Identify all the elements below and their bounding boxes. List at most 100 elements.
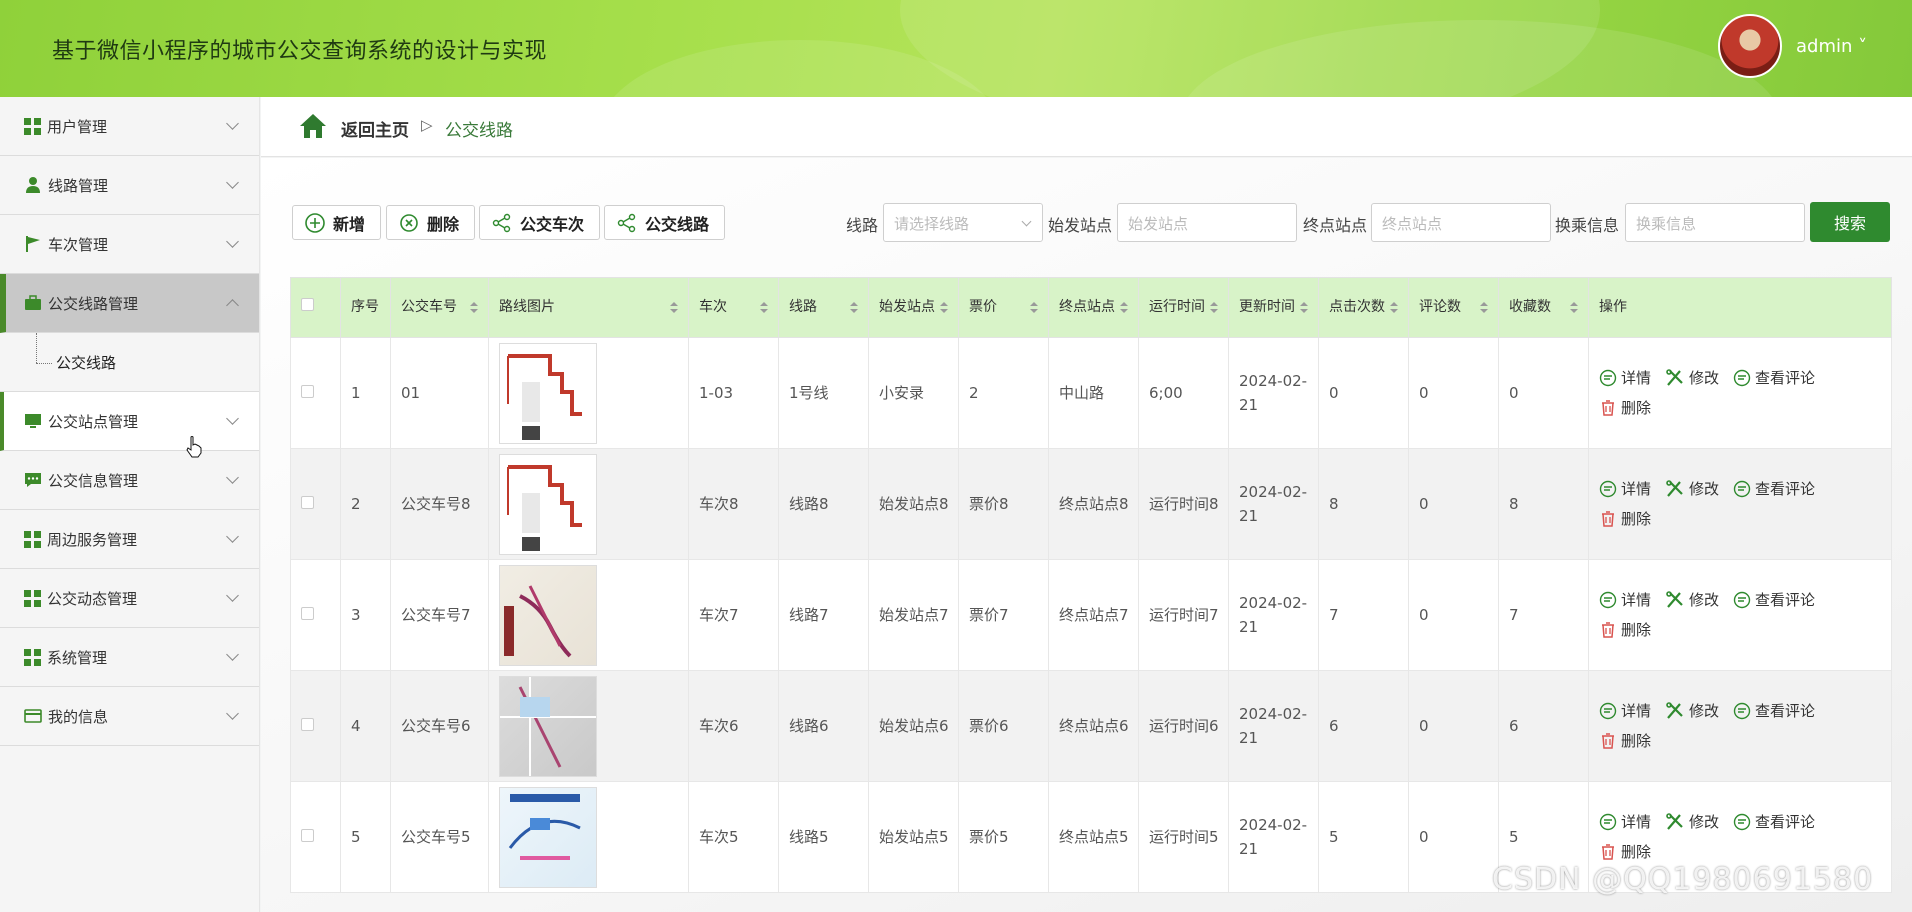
- column-header-price[interactable]: 票价: [958, 277, 1049, 338]
- column-header: 序号: [340, 277, 391, 338]
- transfer-info-input[interactable]: 换乘信息: [1625, 203, 1805, 242]
- user-menu[interactable]: admin ˅: [1796, 36, 1867, 57]
- sidebar-subitem-bus-lines[interactable]: 公交线路: [0, 333, 259, 392]
- home-icon[interactable]: [299, 113, 327, 139]
- sidebar-item-system-management[interactable]: 系统管理: [0, 628, 259, 687]
- sort-icon[interactable]: [1480, 302, 1488, 314]
- detail-button[interactable]: 详情: [1599, 696, 1651, 726]
- sort-icon[interactable]: [1390, 302, 1398, 314]
- view-comments-button[interactable]: 查看评论: [1733, 474, 1815, 504]
- detail-button[interactable]: 详情: [1599, 585, 1651, 615]
- row-select-cell[interactable]: [290, 337, 341, 449]
- chat-icon: [25, 473, 41, 487]
- sort-icon[interactable]: [940, 302, 948, 314]
- add-button[interactable]: 新增: [292, 205, 381, 240]
- column-header-comments[interactable]: 评论数: [1408, 277, 1499, 338]
- table-header-row: 序号 公交车号 路线图片 车次 线路 始发站点 票价 终点站点 运行时间 更新时…: [290, 277, 1892, 338]
- select-all-cell[interactable]: [290, 277, 341, 338]
- delete-row-button[interactable]: 删除: [1599, 504, 1651, 534]
- column-header-line[interactable]: 线路: [778, 277, 869, 338]
- sort-icon[interactable]: [850, 302, 858, 314]
- detail-button[interactable]: 详情: [1599, 363, 1651, 393]
- route-map-image[interactable]: [499, 453, 597, 555]
- sidebar-item-my-info[interactable]: 我的信息: [0, 687, 259, 746]
- sidebar-item-trip-management[interactable]: 车次管理: [0, 215, 259, 274]
- cell-updated: 2024-02-21: [1228, 337, 1319, 449]
- view-comments-button[interactable]: 查看评论: [1733, 696, 1815, 726]
- route-map-image[interactable]: [499, 675, 597, 777]
- home-link[interactable]: 返回主页: [341, 116, 409, 141]
- bus-lines-button[interactable]: 公交线路: [604, 205, 725, 240]
- row-select-cell[interactable]: [290, 670, 341, 782]
- row-checkbox[interactable]: [301, 496, 314, 509]
- user-avatar[interactable]: [1718, 14, 1782, 78]
- detail-button[interactable]: 详情: [1599, 474, 1651, 504]
- app-title: 基于微信小程序的城市公交查询系统的设计与实现: [52, 39, 548, 64]
- edit-button[interactable]: 修改: [1665, 474, 1719, 504]
- sort-icon[interactable]: [670, 302, 678, 314]
- sidebar-item-bus-line-management[interactable]: 公交线路管理: [0, 274, 259, 333]
- sort-icon[interactable]: [1300, 302, 1308, 314]
- column-header-bus-number[interactable]: 公交车号: [390, 277, 489, 338]
- cell-comments: 0: [1408, 559, 1499, 671]
- sidebar-item-bus-stop-management[interactable]: 公交站点管理: [0, 392, 259, 451]
- column-header-label: 路线图片: [499, 299, 555, 315]
- row-checkbox[interactable]: [301, 718, 314, 731]
- cell-start: 始发站点8: [868, 448, 959, 560]
- column-header-clicks[interactable]: 点击次数: [1318, 277, 1409, 338]
- edit-button[interactable]: 修改: [1665, 696, 1719, 726]
- edit-button[interactable]: 修改: [1665, 363, 1719, 393]
- cell-end: 终点站点6: [1048, 670, 1139, 782]
- view-comments-button[interactable]: 查看评论: [1733, 807, 1815, 837]
- sidebar-item-bus-news-management[interactable]: 公交动态管理: [0, 569, 259, 628]
- sidebar-item-label: 线路管理: [48, 176, 109, 195]
- edit-button[interactable]: 修改: [1665, 585, 1719, 615]
- row-checkbox[interactable]: [301, 385, 314, 398]
- select-all-checkbox[interactable]: [301, 298, 314, 311]
- delete-row-button[interactable]: 删除: [1599, 726, 1651, 756]
- row-select-cell[interactable]: [290, 559, 341, 671]
- column-header-updated[interactable]: 更新时间: [1228, 277, 1319, 338]
- share-icon: [617, 213, 636, 232]
- sidebar-item-bus-info-management[interactable]: 公交信息管理: [0, 451, 259, 510]
- column-header-start-stop[interactable]: 始发站点: [868, 277, 959, 338]
- line-select[interactable]: 请选择线路: [883, 203, 1043, 242]
- sidebar-item-nearby-service-management[interactable]: 周边服务管理: [0, 510, 259, 569]
- sort-icon[interactable]: [1210, 302, 1218, 314]
- comments-icon: [1733, 702, 1751, 720]
- flag-icon: [26, 236, 40, 252]
- column-header-route-image[interactable]: 路线图片: [488, 277, 689, 338]
- column-header-end-stop[interactable]: 终点站点: [1048, 277, 1139, 338]
- sort-icon[interactable]: [1030, 302, 1038, 314]
- tools-icon: [1666, 813, 1683, 830]
- route-map-image[interactable]: [499, 342, 597, 444]
- delete-row-button[interactable]: 删除: [1599, 393, 1651, 423]
- detail-button[interactable]: 详情: [1599, 807, 1651, 837]
- row-checkbox[interactable]: [301, 829, 314, 842]
- sort-icon[interactable]: [760, 302, 768, 314]
- sidebar-item-user-management[interactable]: 用户管理: [0, 97, 259, 156]
- breadcrumb-separator: ▷: [421, 116, 433, 134]
- column-header-trip[interactable]: 车次: [688, 277, 779, 338]
- bus-trips-button[interactable]: 公交车次: [479, 205, 600, 240]
- delete-button[interactable]: 删除: [386, 205, 475, 240]
- sort-icon[interactable]: [1120, 302, 1128, 314]
- end-stop-input[interactable]: 终点站点: [1371, 203, 1551, 242]
- column-header-run-time[interactable]: 运行时间: [1138, 277, 1229, 338]
- sidebar-item-route-management[interactable]: 线路管理: [0, 156, 259, 215]
- sort-icon[interactable]: [470, 302, 478, 314]
- search-button[interactable]: 搜索: [1810, 202, 1890, 242]
- start-stop-input[interactable]: 始发站点: [1117, 203, 1297, 242]
- row-select-cell[interactable]: [290, 448, 341, 560]
- route-map-image[interactable]: [499, 564, 597, 666]
- route-map-image[interactable]: [499, 786, 597, 888]
- sort-icon[interactable]: [1570, 302, 1578, 314]
- edit-button[interactable]: 修改: [1665, 807, 1719, 837]
- delete-row-button[interactable]: 删除: [1599, 615, 1651, 645]
- row-select-cell[interactable]: [290, 781, 341, 893]
- delete-row-label: 删除: [1621, 621, 1652, 639]
- view-comments-button[interactable]: 查看评论: [1733, 585, 1815, 615]
- column-header-favorites[interactable]: 收藏数: [1498, 277, 1589, 338]
- row-checkbox[interactable]: [301, 607, 314, 620]
- view-comments-button[interactable]: 查看评论: [1733, 363, 1815, 393]
